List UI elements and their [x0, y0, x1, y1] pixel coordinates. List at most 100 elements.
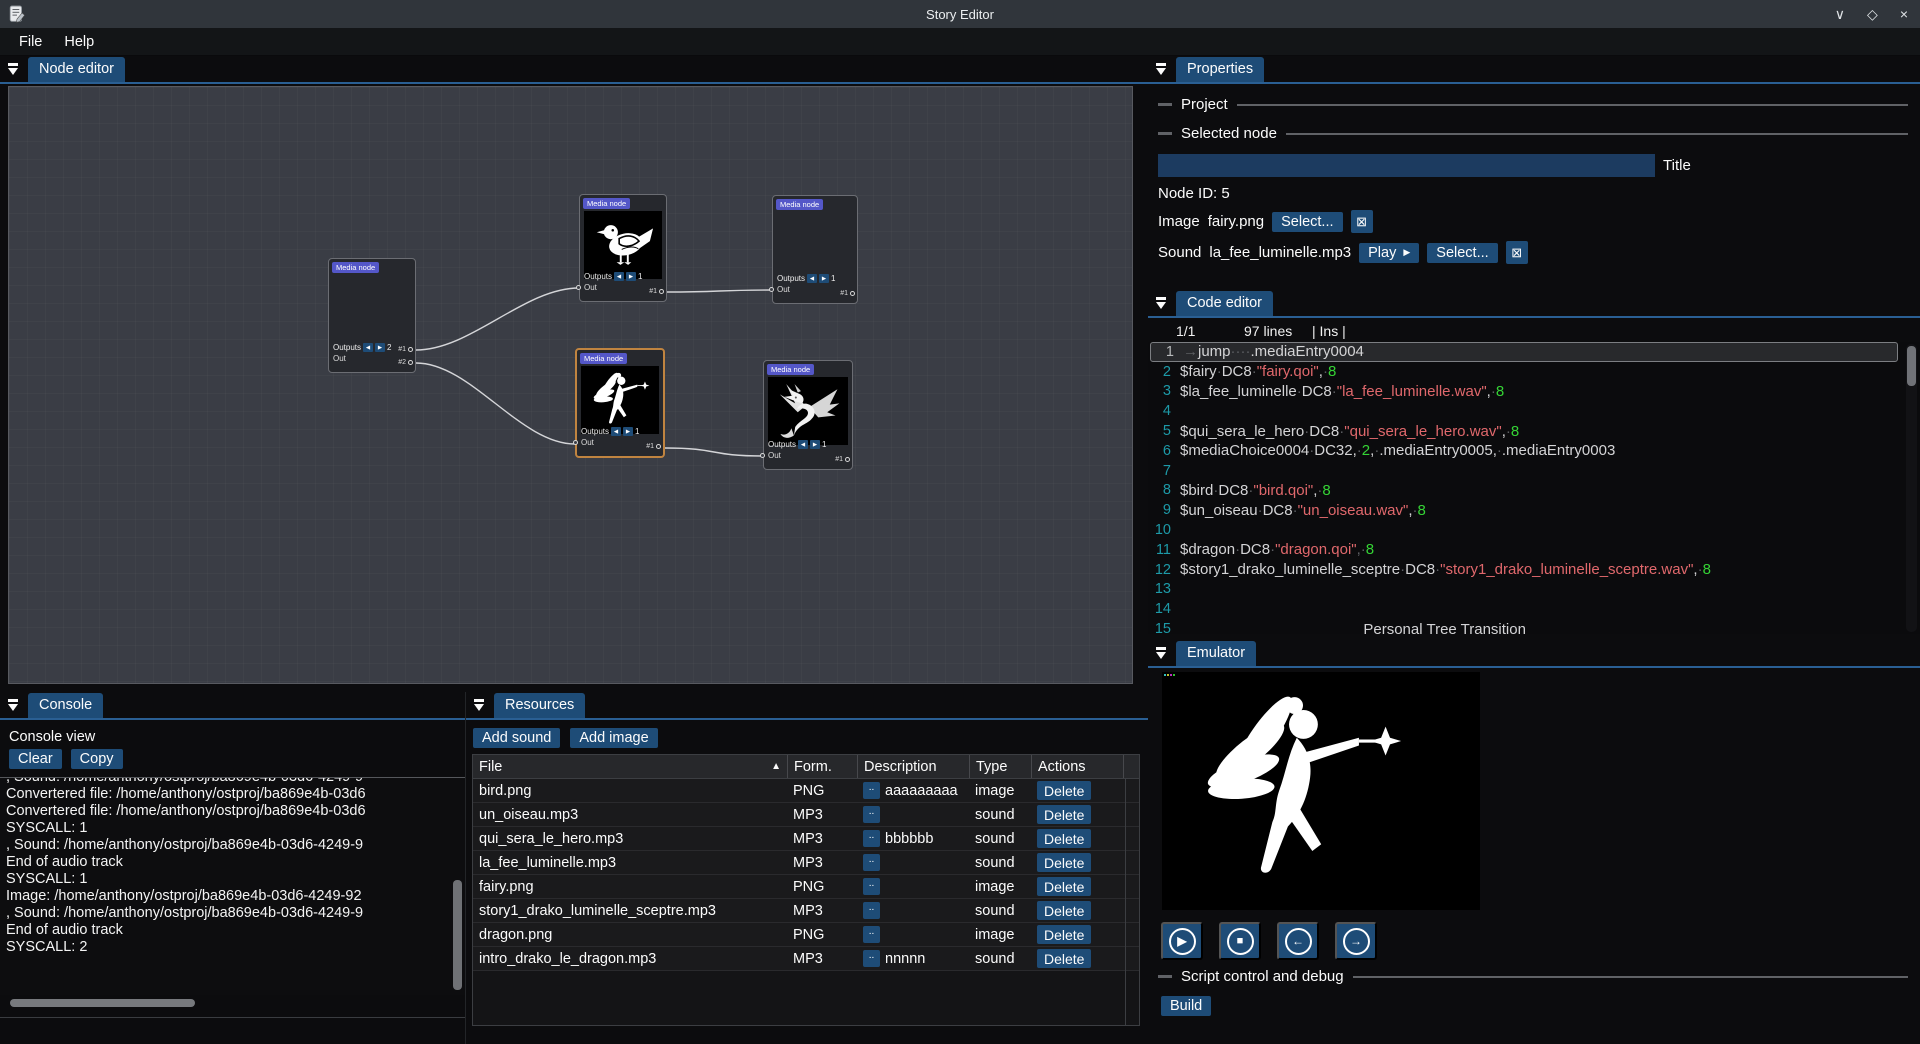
- column-header-actions[interactable]: Actions: [1031, 755, 1123, 778]
- title-input[interactable]: [1158, 154, 1655, 177]
- table-row[interactable]: bird.pngPNG..aaaaaaaaaimageDelete: [473, 779, 1139, 803]
- delete-button[interactable]: Delete: [1037, 925, 1091, 944]
- add-sound-button[interactable]: Add sound: [473, 728, 560, 748]
- node-out-label: Out: [584, 283, 597, 292]
- image-select-button[interactable]: Select...: [1272, 212, 1342, 232]
- input-port[interactable]: [769, 287, 774, 292]
- table-row[interactable]: dragon.pngPNG..imageDelete: [473, 923, 1139, 947]
- collapse-icon[interactable]: [7, 699, 20, 712]
- sound-clear-icon[interactable]: ⊠: [1506, 241, 1528, 264]
- step-forward-button[interactable]: →: [1335, 922, 1377, 960]
- delete-button[interactable]: Delete: [1037, 877, 1091, 896]
- collapse-icon[interactable]: [1155, 297, 1168, 310]
- table-row[interactable]: story1_drako_luminelle_sceptre.mp3MP3..s…: [473, 899, 1139, 923]
- collapse-icon[interactable]: [1155, 63, 1168, 76]
- prev-output-button[interactable]: ◀: [363, 343, 373, 352]
- table-row[interactable]: un_oiseau.mp3MP3..soundDelete: [473, 803, 1139, 827]
- code-scrollbar-track[interactable]: [1906, 344, 1917, 632]
- delete-button[interactable]: Delete: [1037, 829, 1091, 848]
- graph-node-fairy[interactable]: Media nodeOutputs◀▶1Out#1: [575, 348, 665, 458]
- edit-description-button[interactable]: ..: [863, 830, 880, 847]
- table-row[interactable]: la_fee_luminelle.mp3MP3..soundDelete: [473, 851, 1139, 875]
- delete-button[interactable]: Delete: [1037, 805, 1091, 824]
- play-button[interactable]: ▶: [1161, 922, 1203, 960]
- input-port[interactable]: [573, 440, 578, 445]
- copy-button[interactable]: Copy: [71, 749, 123, 769]
- input-port[interactable]: [576, 285, 581, 290]
- collapse-icon[interactable]: [473, 699, 486, 712]
- sound-select-button[interactable]: Select...: [1427, 243, 1497, 263]
- console-horizontal-scrollbar[interactable]: [8, 999, 455, 1007]
- actions-cell: Delete: [1031, 853, 1123, 872]
- prev-output-button[interactable]: ◀: [798, 440, 808, 449]
- output-port-1[interactable]: #1: [835, 456, 850, 463]
- delete-button[interactable]: Delete: [1037, 781, 1091, 800]
- graph-node-choice[interactable]: Media nodeOutputs◀▶1Out#1: [772, 195, 858, 304]
- tab-emulator[interactable]: Emulator: [1176, 641, 1256, 666]
- menu-item-file[interactable]: File: [8, 30, 53, 54]
- table-row[interactable]: qui_sera_le_hero.mp3MP3..bbbbbbsoundDele…: [473, 827, 1139, 851]
- collapse-icon[interactable]: [1155, 647, 1168, 660]
- console-log[interactable]: , Sound: /home/anthony/ostproj/ba869e4b-…: [0, 777, 465, 995]
- code-scrollbar-thumb[interactable]: [1907, 346, 1916, 386]
- graph-node-dragon[interactable]: Media nodeOutputs◀▶1Out#1: [763, 360, 853, 470]
- column-header-form[interactable]: Form.: [787, 755, 857, 778]
- clear-button[interactable]: Clear: [9, 749, 62, 769]
- actions-cell: Delete: [1031, 877, 1123, 896]
- column-header-file[interactable]: File▲: [473, 755, 787, 778]
- next-output-button[interactable]: ▶: [810, 440, 820, 449]
- output-port-1[interactable]: #1: [398, 346, 413, 353]
- tab-properties[interactable]: Properties: [1176, 57, 1264, 82]
- edit-description-button[interactable]: ..: [863, 926, 880, 943]
- resources-scrollbar-track[interactable]: [1125, 779, 1139, 1025]
- column-header-description[interactable]: Description: [857, 755, 969, 778]
- edit-description-button[interactable]: ..: [863, 950, 880, 967]
- menu-item-help[interactable]: Help: [53, 30, 105, 54]
- output-port-2[interactable]: #2: [398, 359, 413, 366]
- tab-resources[interactable]: Resources: [494, 693, 585, 718]
- tab-code-editor[interactable]: Code editor: [1176, 291, 1273, 316]
- edit-description-button[interactable]: ..: [863, 878, 880, 895]
- sound-play-button[interactable]: Play ▶: [1359, 243, 1419, 263]
- maximize-icon[interactable]: ◇: [1867, 7, 1878, 21]
- prev-output-button[interactable]: ◀: [807, 274, 817, 283]
- delete-button[interactable]: Delete: [1037, 901, 1091, 920]
- prev-output-button[interactable]: ◀: [611, 427, 621, 436]
- step-back-button[interactable]: ←: [1277, 922, 1319, 960]
- delete-button[interactable]: Delete: [1037, 853, 1091, 872]
- output-port-1[interactable]: #1: [840, 290, 855, 297]
- graph-node-bird[interactable]: Media nodeOutputs◀▶1Out#1: [579, 194, 667, 302]
- type-cell: sound: [969, 951, 1031, 967]
- stop-button[interactable]: ■: [1219, 922, 1261, 960]
- image-clear-icon[interactable]: ⊠: [1351, 210, 1373, 233]
- title-bar[interactable]: Story Editor ∨◇×: [0, 0, 1920, 28]
- next-output-button[interactable]: ▶: [626, 272, 636, 281]
- next-output-button[interactable]: ▶: [375, 343, 385, 352]
- edit-description-button[interactable]: ..: [863, 806, 880, 823]
- graph-node-start[interactable]: Media nodeOutputs◀▶2Out#1#2: [328, 258, 416, 373]
- console-vertical-scrollbar[interactable]: [453, 880, 462, 990]
- column-header-type[interactable]: Type: [969, 755, 1031, 778]
- node-graph-canvas[interactable]: Media nodeOutputs◀▶2Out#1#2Media nodeOut…: [8, 86, 1133, 684]
- next-output-button[interactable]: ▶: [819, 274, 829, 283]
- table-row[interactable]: intro_drako_le_dragon.mp3MP3..nnnnnsound…: [473, 947, 1139, 971]
- code-line-content: $bird·DC8·"bird.qoi",·8: [1180, 482, 1331, 499]
- build-button[interactable]: Build: [1161, 996, 1211, 1016]
- collapse-icon[interactable]: [7, 63, 20, 76]
- minimize-icon[interactable]: ∨: [1835, 7, 1845, 21]
- edit-description-button[interactable]: ..: [863, 782, 880, 799]
- close-icon[interactable]: ×: [1900, 7, 1908, 21]
- output-port-1[interactable]: #1: [649, 288, 664, 295]
- code-text-area[interactable]: 1→jump····.mediaEntry00042$fairy·DC8·"fa…: [1148, 342, 1920, 634]
- prev-output-button[interactable]: ◀: [614, 272, 624, 281]
- tab-console[interactable]: Console: [28, 693, 103, 718]
- input-port[interactable]: [760, 453, 765, 458]
- edit-description-button[interactable]: ..: [863, 902, 880, 919]
- delete-button[interactable]: Delete: [1037, 949, 1091, 968]
- add-image-button[interactable]: Add image: [570, 728, 657, 748]
- output-port-1[interactable]: #1: [646, 443, 661, 450]
- table-row[interactable]: fairy.pngPNG..imageDelete: [473, 875, 1139, 899]
- tab-node-editor[interactable]: Node editor: [28, 57, 125, 82]
- edit-description-button[interactable]: ..: [863, 854, 880, 871]
- next-output-button[interactable]: ▶: [623, 427, 633, 436]
